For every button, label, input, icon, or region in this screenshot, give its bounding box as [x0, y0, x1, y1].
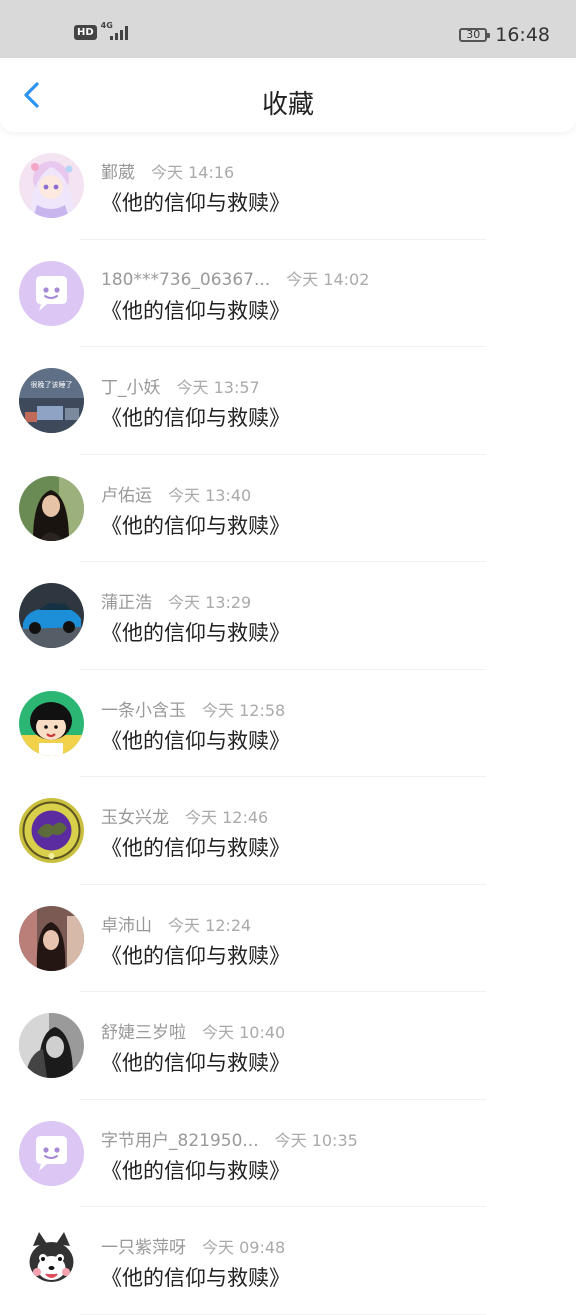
avatar[interactable] [19, 1228, 84, 1293]
book-title: 《他的信仰与救赎》 [101, 1051, 290, 1075]
timestamp: 今天 10:40 [202, 1023, 286, 1042]
status-time: 16:48 [495, 24, 550, 46]
user-name: 玉女兴龙 [101, 808, 169, 828]
list-item[interactable]: 一只紫萍呀 今天 09:48 《他的信仰与救赎》 [0, 1207, 576, 1315]
list-item[interactable]: 很晚了该睡了 丁_小妖 今天 13:57 《他的信仰与救赎》 [0, 347, 576, 455]
book-title: 《他的信仰与救赎》 [101, 728, 290, 753]
status-bar: HD 4G 30 16:48 [0, 0, 576, 58]
avatar[interactable] [19, 260, 84, 326]
book-title: 《他的信仰与救赎》 [101, 1158, 290, 1183]
favorites-list: 鄞葳 今天 14:16 《他的信仰与救赎》 180***736_06367...… [0, 132, 576, 1315]
list-item[interactable]: 一条小含玉 今天 12:58 《他的信仰与救赎》 [0, 670, 576, 777]
avatar[interactable] [19, 1013, 84, 1078]
item-meta: 卢佑运 今天 13:40 [101, 481, 251, 506]
list-item[interactable]: 180***736_06367... 今天 14:02 《他的信仰与救赎》 [0, 240, 576, 347]
user-name: 字节用户_821950... [101, 1130, 259, 1151]
item-meta: 丁_小妖 今天 13:57 [101, 373, 260, 398]
book-title: 《他的信仰与救赎》 [101, 621, 290, 645]
item-meta: 玉女兴龙 今天 12:46 [101, 803, 268, 828]
item-meta: 字节用户_821950... 今天 10:35 [101, 1126, 358, 1151]
item-meta: 180***736_06367... 今天 14:02 [101, 266, 369, 290]
avatar[interactable]: 很晚了该睡了 [19, 368, 84, 433]
timestamp: 今天 12:24 [168, 915, 252, 935]
nav-bar: 收藏 [0, 58, 576, 132]
avatar[interactable] [19, 153, 84, 218]
page-title: 收藏 [261, 90, 314, 120]
book-title: 《他的信仰与救赎》 [101, 513, 290, 538]
user-name: 舒婕三岁啦 [101, 1023, 186, 1043]
user-name: 一条小含玉 [101, 700, 186, 721]
timestamp: 今天 10:35 [274, 1130, 358, 1150]
item-meta: 鄞葳 今天 14:16 [101, 158, 234, 183]
list-item[interactable]: 玉女兴龙 今天 12:46 《他的信仰与救赎》 [0, 777, 576, 885]
timestamp: 今天 14:16 [151, 163, 235, 182]
avatar[interactable] [19, 583, 84, 648]
user-name: 一只紫萍呀 [101, 1238, 186, 1258]
status-right: 30 16:48 [459, 24, 550, 46]
user-name: 蒲正浩 [101, 593, 152, 613]
avatar[interactable] [19, 475, 84, 541]
avatar[interactable] [19, 690, 84, 756]
list-item[interactable]: 卓沛山 今天 12:24 《他的信仰与救赎》 [0, 885, 576, 992]
timestamp: 今天 14:02 [286, 269, 370, 289]
book-title: 《他的信仰与救赎》 [101, 191, 290, 215]
battery-level: 30 [466, 28, 481, 41]
user-name: 卓沛山 [101, 915, 152, 936]
divider [80, 1313, 486, 1315]
book-title: 《他的信仰与救赎》 [101, 943, 290, 968]
timestamp: 今天 09:48 [202, 1238, 286, 1257]
book-title: 《他的信仰与救赎》 [101, 836, 290, 860]
user-name: 卢佑运 [101, 485, 152, 506]
timestamp: 今天 13:29 [168, 593, 252, 612]
item-meta: 一只紫萍呀 今天 09:48 [101, 1233, 285, 1258]
item-meta: 卓沛山 今天 12:24 [101, 911, 251, 936]
hd-badge: HD [74, 24, 97, 40]
user-name: 丁_小妖 [101, 378, 161, 398]
avatar[interactable] [19, 1120, 84, 1186]
list-item[interactable]: 字节用户_821950... 今天 10:35 《他的信仰与救赎》 [0, 1100, 576, 1207]
timestamp: 今天 13:57 [176, 378, 260, 397]
timestamp: 今天 12:46 [185, 808, 269, 827]
list-item[interactable]: 鄞葳 今天 14:16 《他的信仰与救赎》 [0, 132, 576, 240]
status-left: HD 4G [74, 21, 131, 42]
timestamp: 今天 13:40 [168, 485, 252, 505]
list-item[interactable]: 舒婕三岁啦 今天 10:40 《他的信仰与救赎》 [0, 992, 576, 1100]
list-item[interactable]: 蒲正浩 今天 13:29 《他的信仰与救赎》 [0, 562, 576, 670]
battery-icon: 30 [459, 28, 491, 42]
item-meta: 舒婕三岁啦 今天 10:40 [101, 1018, 285, 1043]
item-meta: 蒲正浩 今天 13:29 [101, 588, 251, 613]
user-name: 鄞葳 [101, 163, 135, 183]
user-name: 180***736_06367... [101, 269, 271, 290]
avatar[interactable] [19, 905, 84, 971]
signal-icon: 4G [101, 21, 131, 42]
book-title: 《他的信仰与救赎》 [101, 298, 290, 323]
item-meta: 一条小含玉 今天 12:58 [101, 696, 285, 721]
book-title: 《他的信仰与救赎》 [101, 406, 290, 430]
book-title: 《他的信仰与救赎》 [101, 1266, 290, 1290]
timestamp: 今天 12:58 [202, 700, 286, 720]
avatar[interactable] [19, 798, 84, 863]
avatar-caption: 很晚了该睡了 [31, 380, 73, 389]
list-item[interactable]: 卢佑运 今天 13:40 《他的信仰与救赎》 [0, 455, 576, 562]
